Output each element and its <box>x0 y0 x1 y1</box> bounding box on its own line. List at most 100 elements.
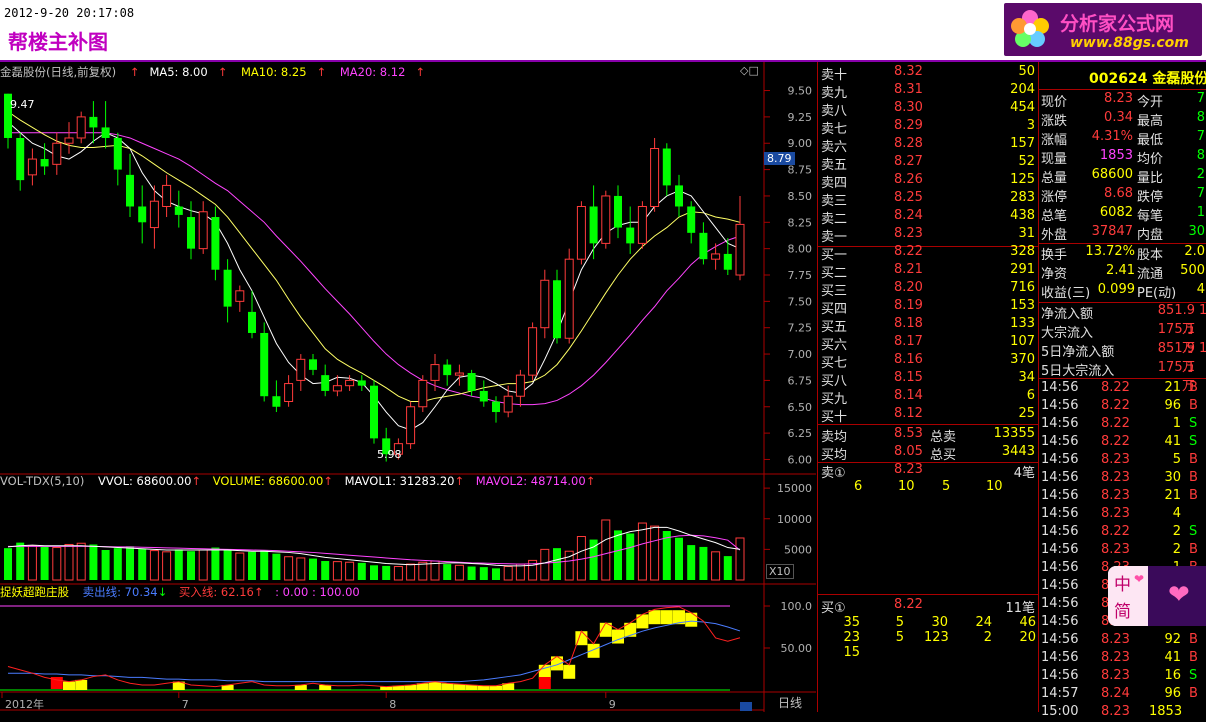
candle-body <box>675 185 683 207</box>
quote-label: 净资 <box>1041 267 1068 282</box>
ask-level-row[interactable]: 卖九 8.31 204 <box>818 82 1039 101</box>
candle-body <box>662 148 671 186</box>
candle-body <box>711 253 721 260</box>
quote-row: 现量 1853 均价 8 <box>1039 148 1206 167</box>
bid-level-label: 买五 <box>821 320 848 335</box>
candle-body <box>272 396 281 407</box>
bid-level-price: 8.12 <box>894 406 923 421</box>
ask-level-row[interactable]: 卖二 8.24 438 <box>818 208 1039 227</box>
bid-level-row[interactable]: 买八 8.15 34 <box>818 370 1039 389</box>
volume-bar <box>162 551 172 581</box>
bid-level-label: 买八 <box>821 374 848 389</box>
quote-value: 2 <box>1196 167 1205 182</box>
candle-body <box>211 217 220 270</box>
quote-label: 收益(三) <box>1041 286 1091 301</box>
ask-level-row[interactable]: 卖五 8.27 52 <box>818 154 1039 173</box>
candle-body <box>321 375 330 391</box>
tick-time: 14:56 <box>1041 614 1079 629</box>
quote-label: 总笔 <box>1041 209 1068 224</box>
tick-row: 14:56 8.22 2 S <box>1039 524 1206 542</box>
price-tick-label: 9.00 <box>788 137 813 150</box>
ask-level-volume: 454 <box>1010 100 1035 115</box>
tick-time: 14:56 <box>1041 488 1079 503</box>
candle-body <box>735 223 745 276</box>
bid-level-volume: 6 <box>1026 388 1035 403</box>
bid-level-row[interactable]: 买四 8.19 153 <box>818 298 1039 317</box>
heart-icon: ❤ <box>1134 572 1145 586</box>
bid-level-row[interactable]: 买三 8.20 716 <box>818 280 1039 299</box>
title-bar: 2012-9-20 20:17:08 帮楼主补图 分析家公式网 www.88gs… <box>0 0 1206 62</box>
tick-side: B <box>1189 650 1198 665</box>
volume-bar <box>260 549 269 580</box>
ask-level-volume: 50 <box>1018 64 1035 79</box>
sell-avg-price: 8.53 <box>894 426 923 441</box>
volume-bar <box>601 519 611 581</box>
ime-skin-image: ❤ <box>1148 566 1206 626</box>
candle-body <box>540 279 550 329</box>
scroll-handle[interactable] <box>740 702 752 711</box>
candle-body <box>52 142 62 165</box>
quote-row: 涨停 8.68 跌停 7 <box>1039 186 1206 205</box>
buy-line-value: 买入线: 62.16 <box>178 585 254 599</box>
bid1-row: 买① 8.22 11笔 <box>818 597 1039 616</box>
money-flow-row: 5日净流入额 851.9万 1 <box>1039 341 1206 375</box>
volume-tick-label: 5000 <box>784 543 812 556</box>
tick-volume: 16 <box>1164 668 1181 683</box>
quote-value: 8.68 <box>1104 186 1133 201</box>
volume-bar <box>101 549 110 580</box>
ask-level-row[interactable]: 卖八 8.30 454 <box>818 100 1039 119</box>
ask-level-row[interactable]: 卖十 8.32 50 <box>818 64 1039 83</box>
buy-signal-block <box>648 610 661 625</box>
sell-total: 13355 <box>993 426 1035 441</box>
volume-bar <box>479 567 488 580</box>
bid-level-row[interactable]: 买六 8.17 107 <box>818 334 1039 353</box>
quote-row: 总笔 6082 每笔 1 <box>1039 205 1206 224</box>
bid-level-row[interactable]: 买五 8.18 133 <box>818 316 1039 335</box>
site-logo[interactable]: 分析家公式网 www.88gs.com <box>1004 3 1202 56</box>
volume-bar <box>64 543 74 581</box>
candle-body <box>138 206 147 223</box>
ask-level-price: 8.26 <box>894 172 923 187</box>
indicator-name: 捉妖超跑庄股 <box>0 585 69 599</box>
candle-body <box>296 358 306 381</box>
period-label[interactable]: 日线 <box>778 694 802 711</box>
order-book-panel: 卖十 8.32 50 卖九 8.31 204 卖八 8.30 454 卖七 8.29 3 卖六 8.28 1… <box>817 62 1039 712</box>
bid-level-row[interactable]: 买十 8.12 25 <box>818 406 1039 425</box>
bid-level-price: 8.19 <box>894 298 923 313</box>
quote-value: 0.099 <box>1097 282 1135 297</box>
flower-logo-icon <box>1011 10 1049 47</box>
ask-level-row[interactable]: 卖六 8.28 157 <box>818 136 1039 155</box>
tick-row: 14:56 8.22 1 S <box>1039 416 1206 434</box>
ask-level-row[interactable]: 卖三 8.25 283 <box>818 190 1039 209</box>
bid-level-row[interactable]: 买二 8.21 291 <box>818 262 1039 281</box>
candle-body <box>260 332 269 397</box>
date-tick-label: 9 <box>609 698 616 711</box>
sell-down-icon: ↓ <box>157 585 168 599</box>
volume-bar <box>418 561 428 581</box>
volume-bar <box>637 522 647 581</box>
volume-tick-label: 15000 <box>777 482 812 495</box>
input-method-widget[interactable]: 中 简 ❤ ❤ <box>1108 566 1206 626</box>
bid-level-row[interactable]: 买七 8.16 370 <box>818 352 1039 371</box>
price-tick-label: 6.25 <box>788 427 813 440</box>
candle-body <box>626 227 635 244</box>
ask-level-row[interactable]: 卖七 8.29 3 <box>818 118 1039 137</box>
ask-level-row[interactable]: 卖四 8.26 125 <box>818 172 1039 191</box>
tick-row: 14:56 8.23 5B <box>1039 452 1206 470</box>
quote-value: 8 <box>1196 148 1205 163</box>
buy-total-label: 总买 <box>930 448 957 463</box>
quote-value: 8 <box>1196 110 1205 125</box>
bid-level-row[interactable]: 买一 8.22 328 <box>818 244 1039 263</box>
volume-bar <box>711 551 721 581</box>
candle-body <box>162 184 172 207</box>
price-tick-label: 8.75 <box>788 164 813 177</box>
quote-value: 30 <box>1188 224 1205 239</box>
quote-label: 外盘 <box>1041 228 1068 243</box>
price-tick-label: 9.25 <box>788 111 813 124</box>
volume-bar <box>248 551 256 580</box>
ask-level-row[interactable]: 卖一 8.23 31 <box>818 226 1039 245</box>
chart-area[interactable]: 金磊股份(日线,前复权) ↑ MA5: 8.00 ↑ MA10: 8.25 ↑ MA2… <box>0 62 816 712</box>
bid-level-row[interactable]: 买九 8.14 6 <box>818 388 1039 407</box>
price-tick-label: 7.25 <box>788 322 813 335</box>
chart-canvas: 9.50 9.25 9.00 8.75 8.50 8.25 8.00 7.75 7.50 7.25… <box>0 62 816 712</box>
